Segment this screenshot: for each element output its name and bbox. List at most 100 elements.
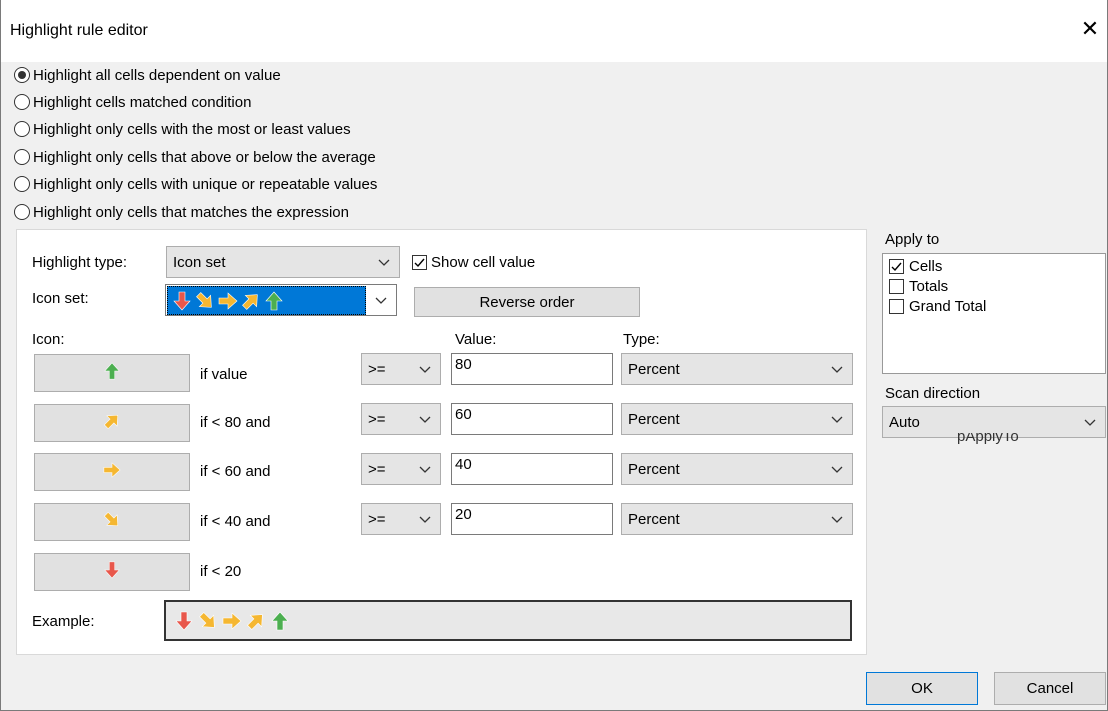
value-header: Value: — [455, 331, 497, 348]
cancel-button[interactable]: Cancel — [994, 672, 1106, 705]
highlight-type-select[interactable]: Icon set — [166, 246, 400, 278]
apply-cells-label: Cells — [909, 258, 943, 275]
rule-condition: if value — [200, 366, 248, 383]
checkbox-unchecked-icon[interactable] — [889, 299, 904, 314]
rule-operator-select[interactable]: >= — [361, 403, 441, 435]
arrow-up-right-yellow-icon — [103, 414, 119, 430]
icon-set-preview — [167, 286, 366, 315]
apply-grand-total-checkbox[interactable]: Grand Total — [889, 298, 986, 315]
mode-radio-5[interactable]: Highlight only cells that matches the ex… — [14, 201, 349, 223]
scan-direction-label: Scan direction — [885, 385, 981, 402]
rule-type-select[interactable]: Percent — [621, 453, 853, 485]
mode-radio-2[interactable]: Highlight only cells with the most or le… — [14, 118, 351, 140]
chevron-down-icon — [1084, 419, 1096, 426]
rule-operator-select[interactable]: >= — [361, 453, 441, 485]
rule-operator-value: >= — [368, 410, 386, 428]
rule-type-value: Percent — [628, 410, 680, 428]
arrow-down-right-yellow-icon — [196, 291, 212, 308]
chevron-down-icon — [419, 416, 431, 423]
ok-button[interactable]: OK — [866, 672, 978, 705]
icon-header: Icon: — [32, 331, 65, 348]
radio-icon[interactable] — [14, 149, 30, 165]
rule-icon-button-0[interactable] — [34, 354, 190, 392]
checkbox-unchecked-icon[interactable] — [889, 279, 904, 294]
mode-label: Highlight only cells that matches the ex… — [33, 203, 349, 221]
radio-icon[interactable] — [14, 121, 30, 137]
example-label: Example: — [32, 613, 95, 630]
arrow-down-red-icon — [173, 291, 191, 310]
apply-to-label: Apply to — [885, 231, 940, 248]
chevron-down-icon — [831, 366, 843, 373]
apply-grand-total-label: Grand Total — [909, 298, 987, 315]
apply-totals-checkbox[interactable]: Totals — [889, 278, 948, 295]
rule-type-value: Percent — [628, 360, 680, 378]
radio-icon[interactable] — [14, 176, 30, 192]
radio-icon[interactable] — [14, 204, 30, 220]
mode-radio-3[interactable]: Highlight only cells that above or below… — [14, 146, 376, 168]
rule-icon-button-4[interactable] — [34, 553, 190, 591]
chevron-down-icon — [419, 516, 431, 523]
rule-value-input[interactable]: 80 — [451, 353, 613, 385]
rule-icon-button-1[interactable] — [34, 404, 190, 442]
show-cell-value-checkbox[interactable]: Show cell value — [412, 254, 535, 271]
mode-label: Highlight only cells with the most or le… — [33, 120, 351, 138]
rule-type-value: Percent — [628, 510, 680, 528]
highlight-type-label: Highlight type: — [32, 254, 128, 271]
example-preview — [164, 600, 852, 641]
show-cell-value-label: Show cell value — [431, 254, 536, 271]
rule-value-input[interactable]: 20 — [451, 503, 613, 535]
apply-totals-label: Totals — [909, 278, 949, 295]
rule-icon-button-2[interactable] — [34, 453, 190, 491]
arrow-down-right-yellow-icon — [199, 611, 215, 628]
arrow-down-red-icon — [104, 561, 120, 579]
title-bar — [0, 0, 1108, 62]
rule-type-select[interactable]: Percent — [621, 403, 853, 435]
radio-icon[interactable] — [14, 94, 30, 110]
chevron-down-icon — [831, 416, 843, 423]
mode-label: Highlight only cells with unique or repe… — [33, 175, 378, 193]
rule-icon-button-3[interactable] — [34, 503, 190, 541]
checkbox-checked-icon[interactable] — [889, 259, 904, 274]
rule-type-select[interactable]: Percent — [621, 503, 853, 535]
placeholder-label: pApplyTo — [957, 433, 1019, 445]
arrow-down-right-yellow-icon — [103, 511, 119, 527]
arrow-up-green-icon — [271, 611, 289, 630]
rule-type-select[interactable]: Percent — [621, 353, 853, 385]
chevron-down-icon — [831, 516, 843, 523]
rule-operator-select[interactable]: >= — [361, 503, 441, 535]
mode-radio-4[interactable]: Highlight only cells with unique or repe… — [14, 173, 377, 195]
arrow-up-right-yellow-icon — [247, 613, 263, 630]
mode-radio-0[interactable]: Highlight all cells dependent on value — [14, 64, 281, 86]
rule-condition: if < 60 and — [200, 463, 271, 480]
window-title: Highlight rule editor — [10, 22, 148, 39]
rule-operator-select[interactable]: >= — [361, 353, 441, 385]
arrow-up-green-icon — [104, 362, 120, 380]
arrow-up-green-icon — [265, 291, 283, 310]
mode-label: Highlight cells matched condition — [33, 93, 252, 111]
arrow-down-red-icon — [175, 611, 193, 630]
chevron-down-icon — [375, 297, 387, 304]
rule-condition: if < 40 and — [200, 513, 271, 530]
rule-operator-value: >= — [368, 360, 386, 378]
arrow-right-yellow-icon — [222, 611, 242, 630]
rule-operator-value: >= — [368, 460, 386, 478]
icon-set-label: Icon set: — [32, 290, 89, 307]
chevron-down-icon — [831, 466, 843, 473]
highlight-type-value: Icon set — [173, 253, 226, 271]
arrow-right-yellow-icon — [218, 291, 238, 310]
scan-direction-value: Auto — [889, 413, 920, 431]
chevron-down-icon — [419, 366, 431, 373]
checkbox-checked-icon[interactable] — [412, 255, 427, 270]
radio-icon[interactable] — [14, 67, 30, 83]
mode-label: Highlight only cells that above or below… — [33, 148, 376, 166]
chevron-down-icon — [419, 466, 431, 473]
rule-type-value: Percent — [628, 460, 680, 478]
arrow-right-yellow-icon — [103, 462, 121, 478]
mode-radio-1[interactable]: Highlight cells matched condition — [14, 91, 251, 113]
close-icon[interactable]: ✕ — [1079, 18, 1101, 40]
reverse-order-button[interactable]: Reverse order — [414, 287, 640, 317]
rule-condition: if < 80 and — [200, 414, 271, 431]
rule-value-input[interactable]: 60 — [451, 403, 613, 435]
apply-cells-checkbox[interactable]: Cells — [889, 258, 942, 275]
rule-value-input[interactable]: 40 — [451, 453, 613, 485]
